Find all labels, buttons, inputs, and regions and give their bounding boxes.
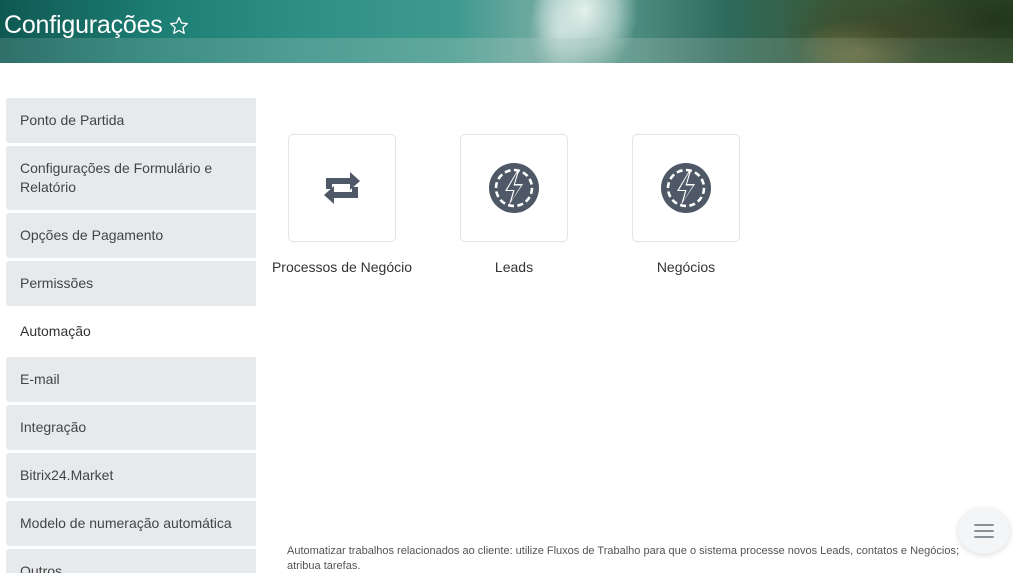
- tile-label: Leads: [494, 259, 534, 275]
- sidebar-item-label: Outros: [20, 563, 63, 573]
- lightning-gear-icon: [661, 163, 711, 213]
- sidebar-item-label: Ponto de Partida: [20, 112, 125, 128]
- tile-button[interactable]: [632, 134, 740, 242]
- sidebar-item-email[interactable]: E-mail: [6, 357, 256, 402]
- sidebar-item-integracao[interactable]: Integração: [6, 405, 256, 450]
- page-title: Configurações: [4, 11, 163, 39]
- sidebar-item-opcoes-pagamento[interactable]: Opções de Pagamento: [6, 213, 256, 258]
- sidebar-item-outros[interactable]: Outros: [6, 549, 256, 573]
- sidebar-item-configuracoes-formulario[interactable]: Configurações de Formulário e Relatório: [6, 146, 256, 210]
- settings-sidebar: Ponto de Partida Configurações de Formul…: [6, 98, 256, 573]
- sidebar-item-automacao[interactable]: Automação: [6, 309, 256, 354]
- sidebar-item-label: Configurações de Formulário e Relatório: [20, 160, 213, 195]
- header-banner: Configurações: [0, 0, 1013, 63]
- tile-label: Processos de Negócio: [271, 259, 413, 275]
- tile-button[interactable]: [460, 134, 568, 242]
- banner-overlay: [0, 38, 1013, 63]
- list-menu-icon: [974, 524, 994, 538]
- sidebar-item-label: Permissões: [20, 275, 94, 291]
- tile-label: Negócios: [656, 259, 716, 275]
- star-icon[interactable]: [168, 15, 190, 37]
- sidebar-item-modelo-numeracao[interactable]: Modelo de numeração automática: [6, 501, 256, 546]
- sidebar-item-label: E-mail: [20, 371, 60, 387]
- sidebar-item-ponto-de-partida[interactable]: Ponto de Partida: [6, 98, 256, 143]
- sidebar-item-label: Modelo de numeração automática: [20, 515, 232, 531]
- menu-button[interactable]: [958, 508, 1010, 554]
- lightning-gear-icon: [489, 163, 539, 213]
- sidebar-item-label: Bitrix24.Market: [20, 467, 114, 483]
- automation-description: Automatizar trabalhos relacionados ao cl…: [287, 545, 959, 572]
- sidebar-item-permissoes[interactable]: Permissões: [6, 261, 256, 306]
- tile-button[interactable]: [288, 134, 396, 242]
- sidebar-item-bitrix24-market[interactable]: Bitrix24.Market: [6, 453, 256, 498]
- sidebar-item-label: Automação: [20, 323, 91, 339]
- refresh-arrows-icon: [324, 172, 360, 204]
- tile-leads[interactable]: Leads: [434, 134, 594, 275]
- tile-negocios[interactable]: Negócios: [606, 134, 766, 275]
- sidebar-item-label: Opções de Pagamento: [20, 227, 164, 243]
- tile-processos-de-negocio[interactable]: Processos de Negócio: [262, 134, 422, 275]
- sidebar-item-label: Integração: [20, 419, 87, 435]
